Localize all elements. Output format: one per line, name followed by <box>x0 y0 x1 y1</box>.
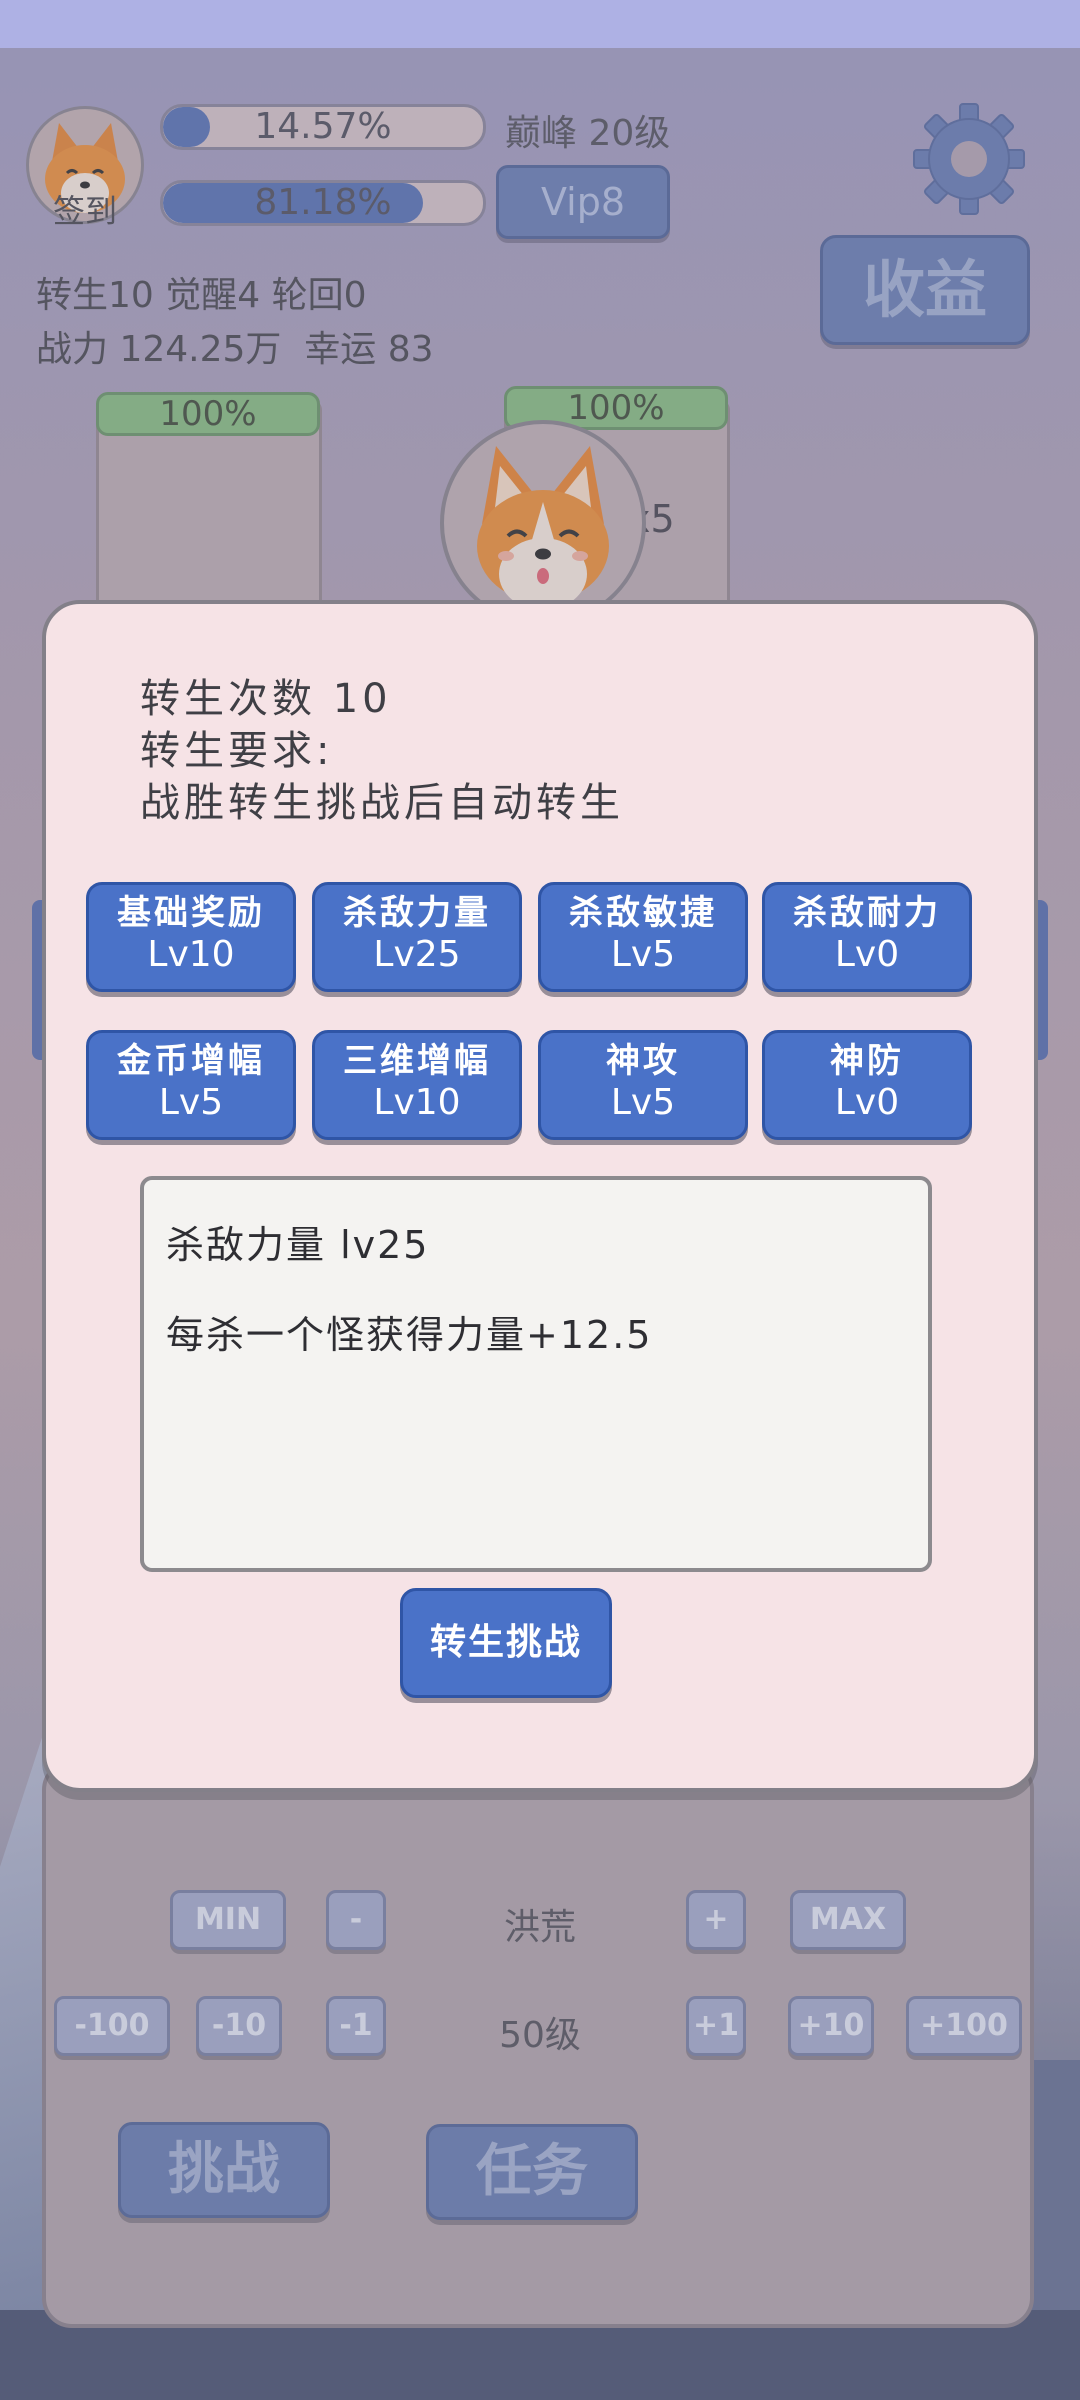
rebirth-count-text: 转生次数 10 <box>140 676 392 722</box>
status-bar <box>0 0 1080 48</box>
skill-description-title: 杀敌力量 lv25 <box>166 1223 430 1267</box>
skill-level: Lv5 <box>158 1082 224 1123</box>
skill-name: 杀敌耐力 <box>793 893 941 933</box>
skill-level: Lv0 <box>834 1082 900 1123</box>
skill-kill-strength-button[interactable]: 杀敌力量 Lv25 <box>312 882 522 992</box>
skill-level: Lv0 <box>834 934 900 975</box>
skill-level: Lv10 <box>373 1082 461 1123</box>
skill-name: 杀敌力量 <box>343 893 491 933</box>
skill-name: 杀敌敏捷 <box>569 893 717 933</box>
skill-name: 神攻 <box>606 1041 680 1081</box>
skill-name: 神防 <box>830 1041 904 1081</box>
skill-description-box: 杀敌力量 lv25 每杀一个怪获得力量+12.5 <box>140 1176 932 1572</box>
rebirth-challenge-button[interactable]: 转生挑战 <box>400 1588 612 1698</box>
skill-level: Lv25 <box>373 934 461 975</box>
skill-gold-boost-button[interactable]: 金币增幅 Lv5 <box>86 1030 296 1140</box>
skill-kill-stamina-button[interactable]: 杀敌耐力 Lv0 <box>762 882 972 992</box>
rebirth-requirement-text: 战胜转生挑战后自动转生 <box>140 780 624 826</box>
skill-level: Lv5 <box>610 1082 676 1123</box>
skill-level: Lv5 <box>610 934 676 975</box>
skill-name: 基础奖励 <box>117 893 265 933</box>
skill-level: Lv10 <box>147 934 235 975</box>
skill-stats-boost-button[interactable]: 三维增幅 Lv10 <box>312 1030 522 1140</box>
skill-divine-defense-button[interactable]: 神防 Lv0 <box>762 1030 972 1140</box>
skill-base-reward-button[interactable]: 基础奖励 Lv10 <box>86 882 296 992</box>
skill-name: 金币增幅 <box>117 1041 265 1081</box>
skill-kill-agility-button[interactable]: 杀敌敏捷 Lv5 <box>538 882 748 992</box>
skill-divine-attack-button[interactable]: 神攻 Lv5 <box>538 1030 748 1140</box>
skill-name: 三维增幅 <box>343 1041 491 1081</box>
rebirth-requirement-label: 转生要求: <box>140 728 334 774</box>
skill-description-body: 每杀一个怪获得力量+12.5 <box>166 1313 653 1357</box>
